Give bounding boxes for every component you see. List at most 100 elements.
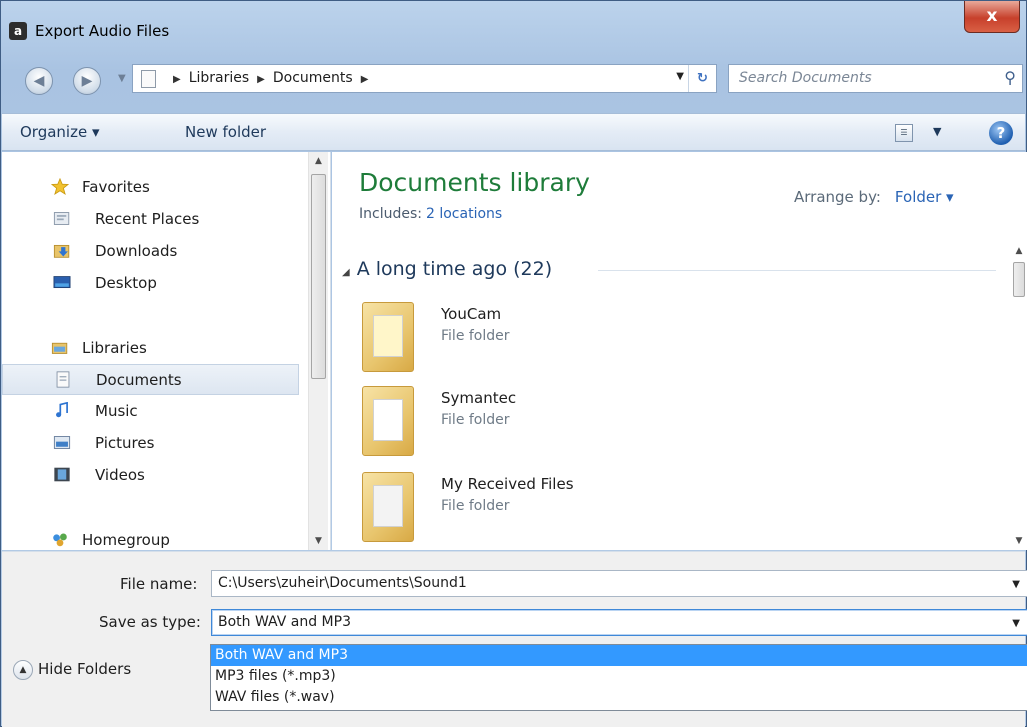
nav-scrollbar[interactable]: ▲ ▼ [308, 152, 328, 550]
breadcrumb-separator-icon[interactable]: ▶ [361, 74, 369, 85]
file-type: File folder [441, 412, 510, 428]
address-row: ◀ ▶ ▼ ▶ Libraries ▶ Documents ▶ ▼ ↻ Search D… [1, 61, 1026, 97]
homegroup-icon [53, 533, 67, 547]
organize-button[interactable]: Organize ▾ [20, 123, 100, 141]
file-name-dropdown-icon[interactable]: ▼ [1012, 579, 1020, 590]
locations-link[interactable]: 2 locations [426, 206, 502, 222]
breadcrumb: ▶ Libraries ▶ Documents ▶ [165, 70, 376, 86]
includes-label: Includes: [359, 206, 422, 222]
library-includes: Includes: 2 locations [359, 206, 502, 222]
file-type: File folder [441, 498, 510, 514]
documents-icon [141, 70, 156, 88]
nav-music[interactable]: Music [2, 396, 299, 427]
group-header[interactable]: ◢ A long time ago (22) [342, 258, 552, 280]
arrange-by-label: Arrange by: [794, 188, 881, 206]
address-dropdown-icon[interactable]: ▼ [676, 71, 684, 82]
export-audio-dialog: a Export Audio Files x ◀ ▶ ▼ ▶ Libraries ▶… [0, 0, 1027, 727]
address-bar[interactable]: ▶ Libraries ▶ Documents ▶ ▼ ↻ [132, 64, 717, 93]
nav-label: Recent Places [95, 210, 200, 228]
scroll-up-icon[interactable]: ▲ [309, 156, 328, 166]
breadcrumb-libraries[interactable]: Libraries [189, 70, 249, 86]
recent-places-icon [53, 212, 70, 225]
downloads-icon [53, 244, 70, 258]
file-name-value[interactable]: C:\Users\zuheir\Documents\Sound1 [218, 575, 467, 591]
file-name: My Received Files [441, 475, 574, 493]
option-mp3[interactable]: MP3 files (*.mp3) [211, 666, 1027, 687]
list-item[interactable]: Symantec File folder [362, 386, 862, 466]
save-type-value[interactable]: Both WAV and MP3 [218, 614, 351, 630]
arrange-by: Arrange by: Folder ▾ [794, 188, 954, 206]
nav-scrollbar-thumb[interactable] [311, 174, 326, 379]
library-title: Documents library [359, 168, 590, 197]
option-both-wav-mp3[interactable]: Both WAV and MP3 [211, 645, 1027, 666]
nav-desktop[interactable]: Desktop [2, 268, 299, 299]
close-button[interactable]: x [964, 1, 1020, 33]
file-name-label: File name: [120, 575, 198, 593]
save-type-options: Both WAV and MP3 MP3 files (*.mp3) WAV f… [210, 644, 1027, 711]
nav-label: Music [95, 402, 138, 420]
nav-videos[interactable]: Videos [2, 460, 299, 491]
music-icon [56, 402, 68, 418]
chevron-up-icon[interactable]: ▲ [13, 660, 33, 680]
group-header-label: A long time ago (22) [356, 258, 553, 280]
back-button[interactable]: ◀ [25, 67, 53, 95]
breadcrumb-separator-icon[interactable]: ▶ [173, 74, 181, 85]
document-icon [56, 371, 70, 388]
change-view-icon[interactable]: ☰ [895, 124, 913, 142]
file-name: Symantec [441, 389, 517, 407]
nav-label: Pictures [95, 434, 155, 452]
list-item[interactable]: My Received Files File folder [362, 472, 862, 550]
folder-icon [362, 472, 414, 542]
breadcrumb-separator-icon[interactable]: ▶ [257, 74, 265, 85]
nav-label: Videos [95, 466, 145, 484]
nav-homegroup[interactable]: Homegroup [2, 525, 299, 550]
recent-pages-dropdown[interactable]: ▼ [118, 73, 126, 84]
videos-icon [54, 467, 70, 482]
option-wav[interactable]: WAV files (*.wav) [211, 687, 1027, 708]
navigation-pane: Favorites Recent Places Downloads Deskto… [2, 152, 331, 550]
file-list-pane: Documents library Includes: 2 locations A… [332, 152, 1027, 550]
help-icon[interactable]: ? [989, 121, 1013, 145]
nav-pictures[interactable]: Pictures [2, 428, 299, 459]
file-type: File folder [441, 328, 510, 344]
nav-documents[interactable]: Documents [2, 364, 299, 395]
nav-label: Documents [96, 371, 182, 389]
scroll-down-icon[interactable]: ▼ [309, 536, 328, 546]
scroll-up-icon[interactable]: ▲ [1011, 246, 1027, 256]
save-type-select[interactable]: Both WAV and MP3 ▼ [211, 609, 1027, 636]
search-input[interactable]: Search Documents [739, 70, 872, 86]
refresh-icon[interactable]: ↻ [688, 65, 716, 92]
nav-favorites[interactable]: Favorites [2, 172, 299, 203]
hide-folders-button[interactable]: Hide Folders [38, 660, 131, 678]
save-type-dropdown-icon[interactable]: ▼ [1012, 618, 1020, 629]
nav-libraries[interactable]: Libraries [2, 333, 299, 364]
arrange-by-dropdown[interactable]: Folder ▾ [895, 188, 954, 206]
new-folder-button[interactable]: New folder [185, 123, 266, 141]
libraries-icon [51, 342, 68, 354]
file-name: YouCam [441, 305, 502, 323]
collapse-triangle-icon[interactable]: ◢ [342, 267, 350, 278]
breadcrumb-documents[interactable]: Documents [273, 70, 353, 86]
app-icon: a [9, 22, 27, 40]
list-item[interactable]: YouCam File folder [362, 302, 862, 382]
search-icon[interactable]: ⚲ [1004, 68, 1016, 87]
save-type-label: Save as type: [99, 613, 201, 631]
nav-recent-places[interactable]: Recent Places [2, 204, 299, 235]
nav-downloads[interactable]: Downloads [2, 236, 299, 267]
scroll-down-icon[interactable]: ▼ [1011, 536, 1027, 546]
folder-icon [362, 302, 414, 372]
forward-button[interactable]: ▶ [73, 67, 101, 95]
star-icon [51, 178, 69, 195]
nav-label: Desktop [95, 274, 157, 292]
search-box[interactable]: Search Documents ⚲ [728, 64, 1023, 93]
pictures-icon [53, 436, 71, 449]
file-list-scrollbar-thumb[interactable] [1013, 262, 1025, 297]
command-bar: Organize ▾ New folder ☰ ▼ ? [2, 113, 1025, 151]
folder-icon [362, 386, 414, 456]
file-name-field[interactable]: C:\Users\zuheir\Documents\Sound1 ▼ [211, 570, 1027, 597]
view-options-dropdown[interactable]: ▼ [933, 125, 941, 138]
desktop-icon [53, 276, 71, 289]
file-list-scrollbar[interactable]: ▲ ▼ [1011, 238, 1027, 550]
nav-label: Libraries [82, 339, 147, 357]
save-form: File name: C:\Users\zuheir\Documents\Sou… [2, 551, 1027, 727]
